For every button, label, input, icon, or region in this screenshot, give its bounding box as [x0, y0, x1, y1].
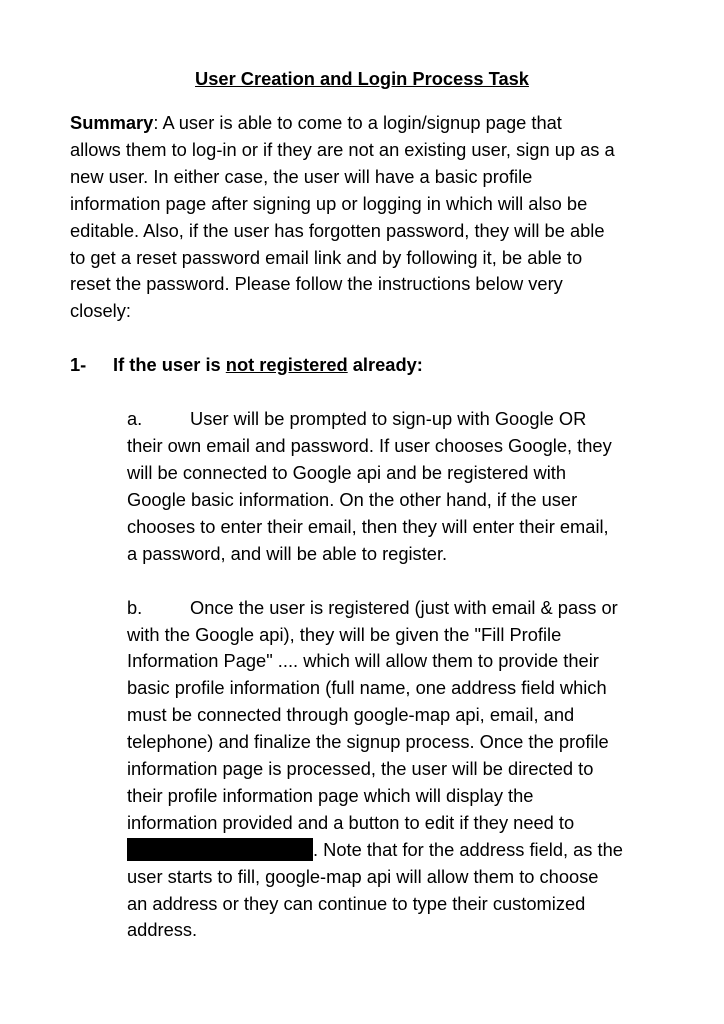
item-marker: a. [127, 408, 143, 430]
item-text: User will be prompted to sign-up with Go… [190, 408, 587, 430]
item-a-first-line: a. User will be prompted to sign-up with … [127, 406, 657, 433]
list-item-b: b. Once the user is registered (just with… [127, 595, 657, 945]
item-line: telephone) and finalize the signup proce… [127, 731, 609, 753]
item-line: Information Page" .... which will allow … [127, 650, 599, 672]
summary-line: allows them to log-in or if they are not… [70, 138, 615, 160]
document-title: User Creation and Login Process Task [195, 68, 529, 89]
summary-line: new user. In either case, the user will … [70, 165, 533, 187]
summary-line: information page after signing up or log… [70, 192, 588, 214]
list-item-a: a. User will be prompted to sign-up with … [127, 406, 657, 567]
heading-prefix: If the user is [113, 354, 226, 376]
item-line: information provided and a button to edi… [127, 811, 575, 833]
redacted-line: . Note that for the address field, as th… [127, 837, 657, 864]
summary-line: reset the password. Please follow the in… [70, 273, 563, 295]
item-line: will be connected to Google api and be r… [127, 461, 567, 483]
summary-line: to get a reset password email link and b… [70, 246, 583, 268]
summary-paragraph: Summary: A user is able to come to a log… [70, 110, 654, 325]
summary-first-line: Summary: A user is able to come to a log… [70, 110, 654, 137]
document-page: User Creation and Login Process Task Sum… [0, 0, 724, 1024]
item-line: must be connected through google-map api… [127, 704, 575, 726]
summary-line: closely: [70, 300, 131, 322]
section-heading-text: If the user is not registered already: [113, 352, 423, 379]
item-line: chooses to enter their email, then they … [127, 515, 609, 537]
item-text: . Note that for the address field, as th… [313, 838, 623, 860]
item-line: their own email and password. If user ch… [127, 435, 612, 457]
item-line: a password, and will be able to register… [127, 542, 448, 564]
item-line: an address or they can continue to type … [127, 892, 586, 914]
item-text: Once the user is registered (just with e… [190, 596, 618, 618]
heading-underlined: not registered [225, 354, 348, 376]
item-line: user starts to fill, google-map api will… [127, 865, 599, 887]
redaction-block [127, 837, 313, 861]
summary-text-start: : A user is able to come to a login/sign… [153, 112, 562, 133]
item-line: Google basic information. On the other h… [127, 488, 578, 510]
heading-suffix: already: [347, 354, 423, 376]
item-line: with the Google api), they will be given… [127, 623, 562, 645]
summary-label: Summary [70, 112, 154, 133]
item-line: their profile information page which wil… [127, 784, 534, 806]
item-marker: b. [127, 596, 143, 618]
summary-line: editable. Also, if the user has forgotte… [70, 219, 605, 241]
section-1-heading: 1- If the user is not registered already… [70, 352, 654, 379]
item-line: address. [127, 919, 198, 941]
item-b-first-line: b. Once the user is registered (just with… [127, 595, 657, 622]
item-line: information page is processed, the user … [127, 758, 594, 780]
item-line: basic profile information (full name, on… [127, 677, 607, 699]
section-number: 1- [70, 354, 87, 376]
